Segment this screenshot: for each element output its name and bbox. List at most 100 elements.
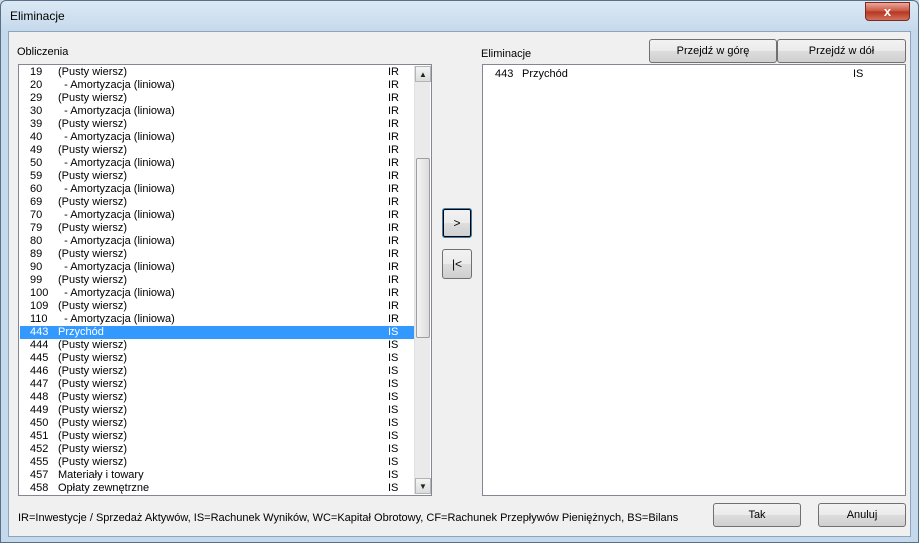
list-item-type: IR [388, 287, 399, 299]
list-item-name: (Pusty wiersz) [58, 274, 128, 286]
list-item-name: (Pusty wiersz) [58, 378, 128, 390]
list-item[interactable]: 100 - Amortyzacja (liniowa) IR [20, 287, 414, 300]
list-item-num: 49 [30, 144, 43, 156]
list-item-type: IS [388, 456, 399, 468]
list-item-num: 110 [30, 313, 48, 325]
list-item-type: IR [388, 248, 399, 260]
list-item[interactable]: 444 (Pusty wiersz) IS [20, 339, 414, 352]
list-item[interactable]: 29 (Pusty wiersz) IR [20, 92, 414, 105]
list-item-type: IR [388, 105, 399, 117]
list-item-name: - Amortyzacja (liniowa) [58, 131, 175, 143]
move-down-button[interactable]: Przejdź w dół [777, 39, 906, 63]
list-item-name: - Amortyzacja (liniowa) [58, 209, 175, 221]
list-item[interactable]: 449 (Pusty wiersz) IS [20, 404, 414, 417]
list-item[interactable]: 59 (Pusty wiersz) IR [20, 170, 414, 183]
obliczenia-scrollbar[interactable]: ▲ ▼ [414, 66, 431, 494]
window-title: Eliminacje [10, 9, 65, 23]
list-item[interactable]: 448 (Pusty wiersz) IS [20, 391, 414, 404]
list-item-type: IR [388, 144, 399, 156]
list-item-name: - Amortyzacja (liniowa) [58, 261, 175, 273]
list-item[interactable]: 50 - Amortyzacja (liniowa) IR [20, 157, 414, 170]
remove-from-eliminations-button[interactable]: |< [442, 249, 472, 279]
list-item-num: 59 [30, 170, 43, 182]
list-item-num: 29 [30, 92, 43, 104]
list-item-name: (Pusty wiersz) [58, 222, 128, 234]
list-item[interactable]: 445 (Pusty wiersz) IS [20, 352, 414, 365]
list-item-name: (Pusty wiersz) [58, 170, 128, 182]
list-item-name: - Amortyzacja (liniowa) [58, 235, 175, 247]
list-item[interactable]: 443 Przychód IS [484, 66, 904, 80]
list-item-name: - Amortyzacja (liniowa) [58, 157, 175, 169]
cancel-button[interactable]: Anuluj [818, 503, 906, 527]
add-to-eliminations-button[interactable]: > [442, 208, 472, 238]
list-item-name: - Amortyzacja (liniowa) [58, 183, 175, 195]
list-item-type: IR [388, 235, 399, 247]
list-item[interactable]: 450 (Pusty wiersz) IS [20, 417, 414, 430]
list-item[interactable]: 79 (Pusty wiersz) IR [20, 222, 414, 235]
list-item[interactable]: 19 (Pusty wiersz) IR [20, 66, 414, 79]
list-item-num: 90 [30, 261, 43, 273]
list-item-name: - Amortyzacja (liniowa) [58, 79, 175, 91]
list-item-type: IR [388, 183, 399, 195]
dialog-window: Eliminacje x Obliczenia Eliminacje Przej… [0, 0, 919, 543]
scroll-thumb[interactable] [416, 158, 430, 338]
list-item-name: (Pusty wiersz) [58, 118, 128, 130]
list-item[interactable]: 20 - Amortyzacja (liniowa) IR [20, 79, 414, 92]
list-item-num: 458 [30, 482, 49, 494]
list-item[interactable]: 39 (Pusty wiersz) IR [20, 118, 414, 131]
list-item[interactable]: 69 (Pusty wiersz) IR [20, 196, 414, 209]
list-item-type: IS [388, 404, 399, 416]
list-item-name: (Pusty wiersz) [58, 339, 128, 351]
scroll-down-button[interactable]: ▼ [415, 478, 431, 494]
eliminacje-list-rows: 443 Przychód IS [484, 66, 904, 494]
list-item[interactable]: 457 Materiały i towary IS [20, 469, 414, 482]
eliminacje-list[interactable]: 443 Przychód IS [482, 64, 906, 496]
list-item-num: 109 [30, 300, 49, 312]
obliczenia-list[interactable]: 19 (Pusty wiersz) IR 20 - Amortyzacja (lini… [18, 64, 432, 496]
ok-button[interactable]: Tak [713, 503, 801, 527]
list-item-name: (Pusty wiersz) [58, 66, 128, 78]
list-item-num: 443 [495, 68, 514, 80]
list-item[interactable]: 40 - Amortyzacja (liniowa) IR [20, 131, 414, 144]
list-item[interactable]: 447 (Pusty wiersz) IS [20, 378, 414, 391]
list-item-num: 70 [30, 209, 43, 221]
scroll-up-button[interactable]: ▲ [415, 66, 431, 82]
list-item-num: 50 [30, 157, 43, 169]
list-item-name: (Pusty wiersz) [58, 144, 128, 156]
title-bar[interactable]: Eliminacje x [1, 1, 918, 31]
list-item-type: IR [388, 209, 399, 221]
list-item-type: IS [388, 417, 399, 429]
list-item[interactable]: 458 Opłaty zewnętrzne IS [20, 482, 414, 494]
list-item[interactable]: 80 - Amortyzacja (liniowa) IR [20, 235, 414, 248]
list-item-num: 100 [30, 287, 49, 299]
move-up-button[interactable]: Przejdź w górę [649, 39, 777, 63]
list-item[interactable]: 446 (Pusty wiersz) IS [20, 365, 414, 378]
list-item[interactable]: 30 - Amortyzacja (liniowa) IR [20, 105, 414, 118]
list-item-type: IR [388, 274, 399, 286]
close-button[interactable]: x [865, 2, 910, 21]
list-item[interactable]: 109 (Pusty wiersz) IR [20, 300, 414, 313]
list-item[interactable]: 443 Przychód IS [20, 326, 414, 339]
list-item[interactable]: 452 (Pusty wiersz) IS [20, 443, 414, 456]
list-item-num: 39 [30, 118, 43, 130]
list-item-type: IR [388, 261, 399, 273]
list-item-type: IR [388, 222, 399, 234]
list-item-num: 448 [30, 391, 49, 403]
list-item[interactable]: 90 - Amortyzacja (liniowa) IR [20, 261, 414, 274]
obliczenia-list-rows: 19 (Pusty wiersz) IR 20 - Amortyzacja (lini… [20, 66, 414, 494]
list-item-num: 443 [30, 326, 49, 338]
list-item[interactable]: 60 - Amortyzacja (liniowa) IR [20, 183, 414, 196]
list-item[interactable]: 110 - Amortyzacja (liniowa) IR [20, 313, 414, 326]
list-item[interactable]: 99 (Pusty wiersz) IR [20, 274, 414, 287]
list-item-num: 30 [30, 105, 43, 117]
list-item[interactable]: 451 (Pusty wiersz) IS [20, 430, 414, 443]
list-item-num: 445 [30, 352, 49, 364]
list-item[interactable]: 49 (Pusty wiersz) IR [20, 144, 414, 157]
list-item-type: IR [388, 118, 399, 130]
list-item[interactable]: 455 (Pusty wiersz) IS [20, 456, 414, 469]
list-item-name: - Amortyzacja (liniowa) [58, 105, 175, 117]
list-item-num: 80 [30, 235, 43, 247]
list-item[interactable]: 89 (Pusty wiersz) IR [20, 248, 414, 261]
list-item[interactable]: 70 - Amortyzacja (liniowa) IR [20, 209, 414, 222]
list-item-name: (Pusty wiersz) [58, 456, 128, 468]
